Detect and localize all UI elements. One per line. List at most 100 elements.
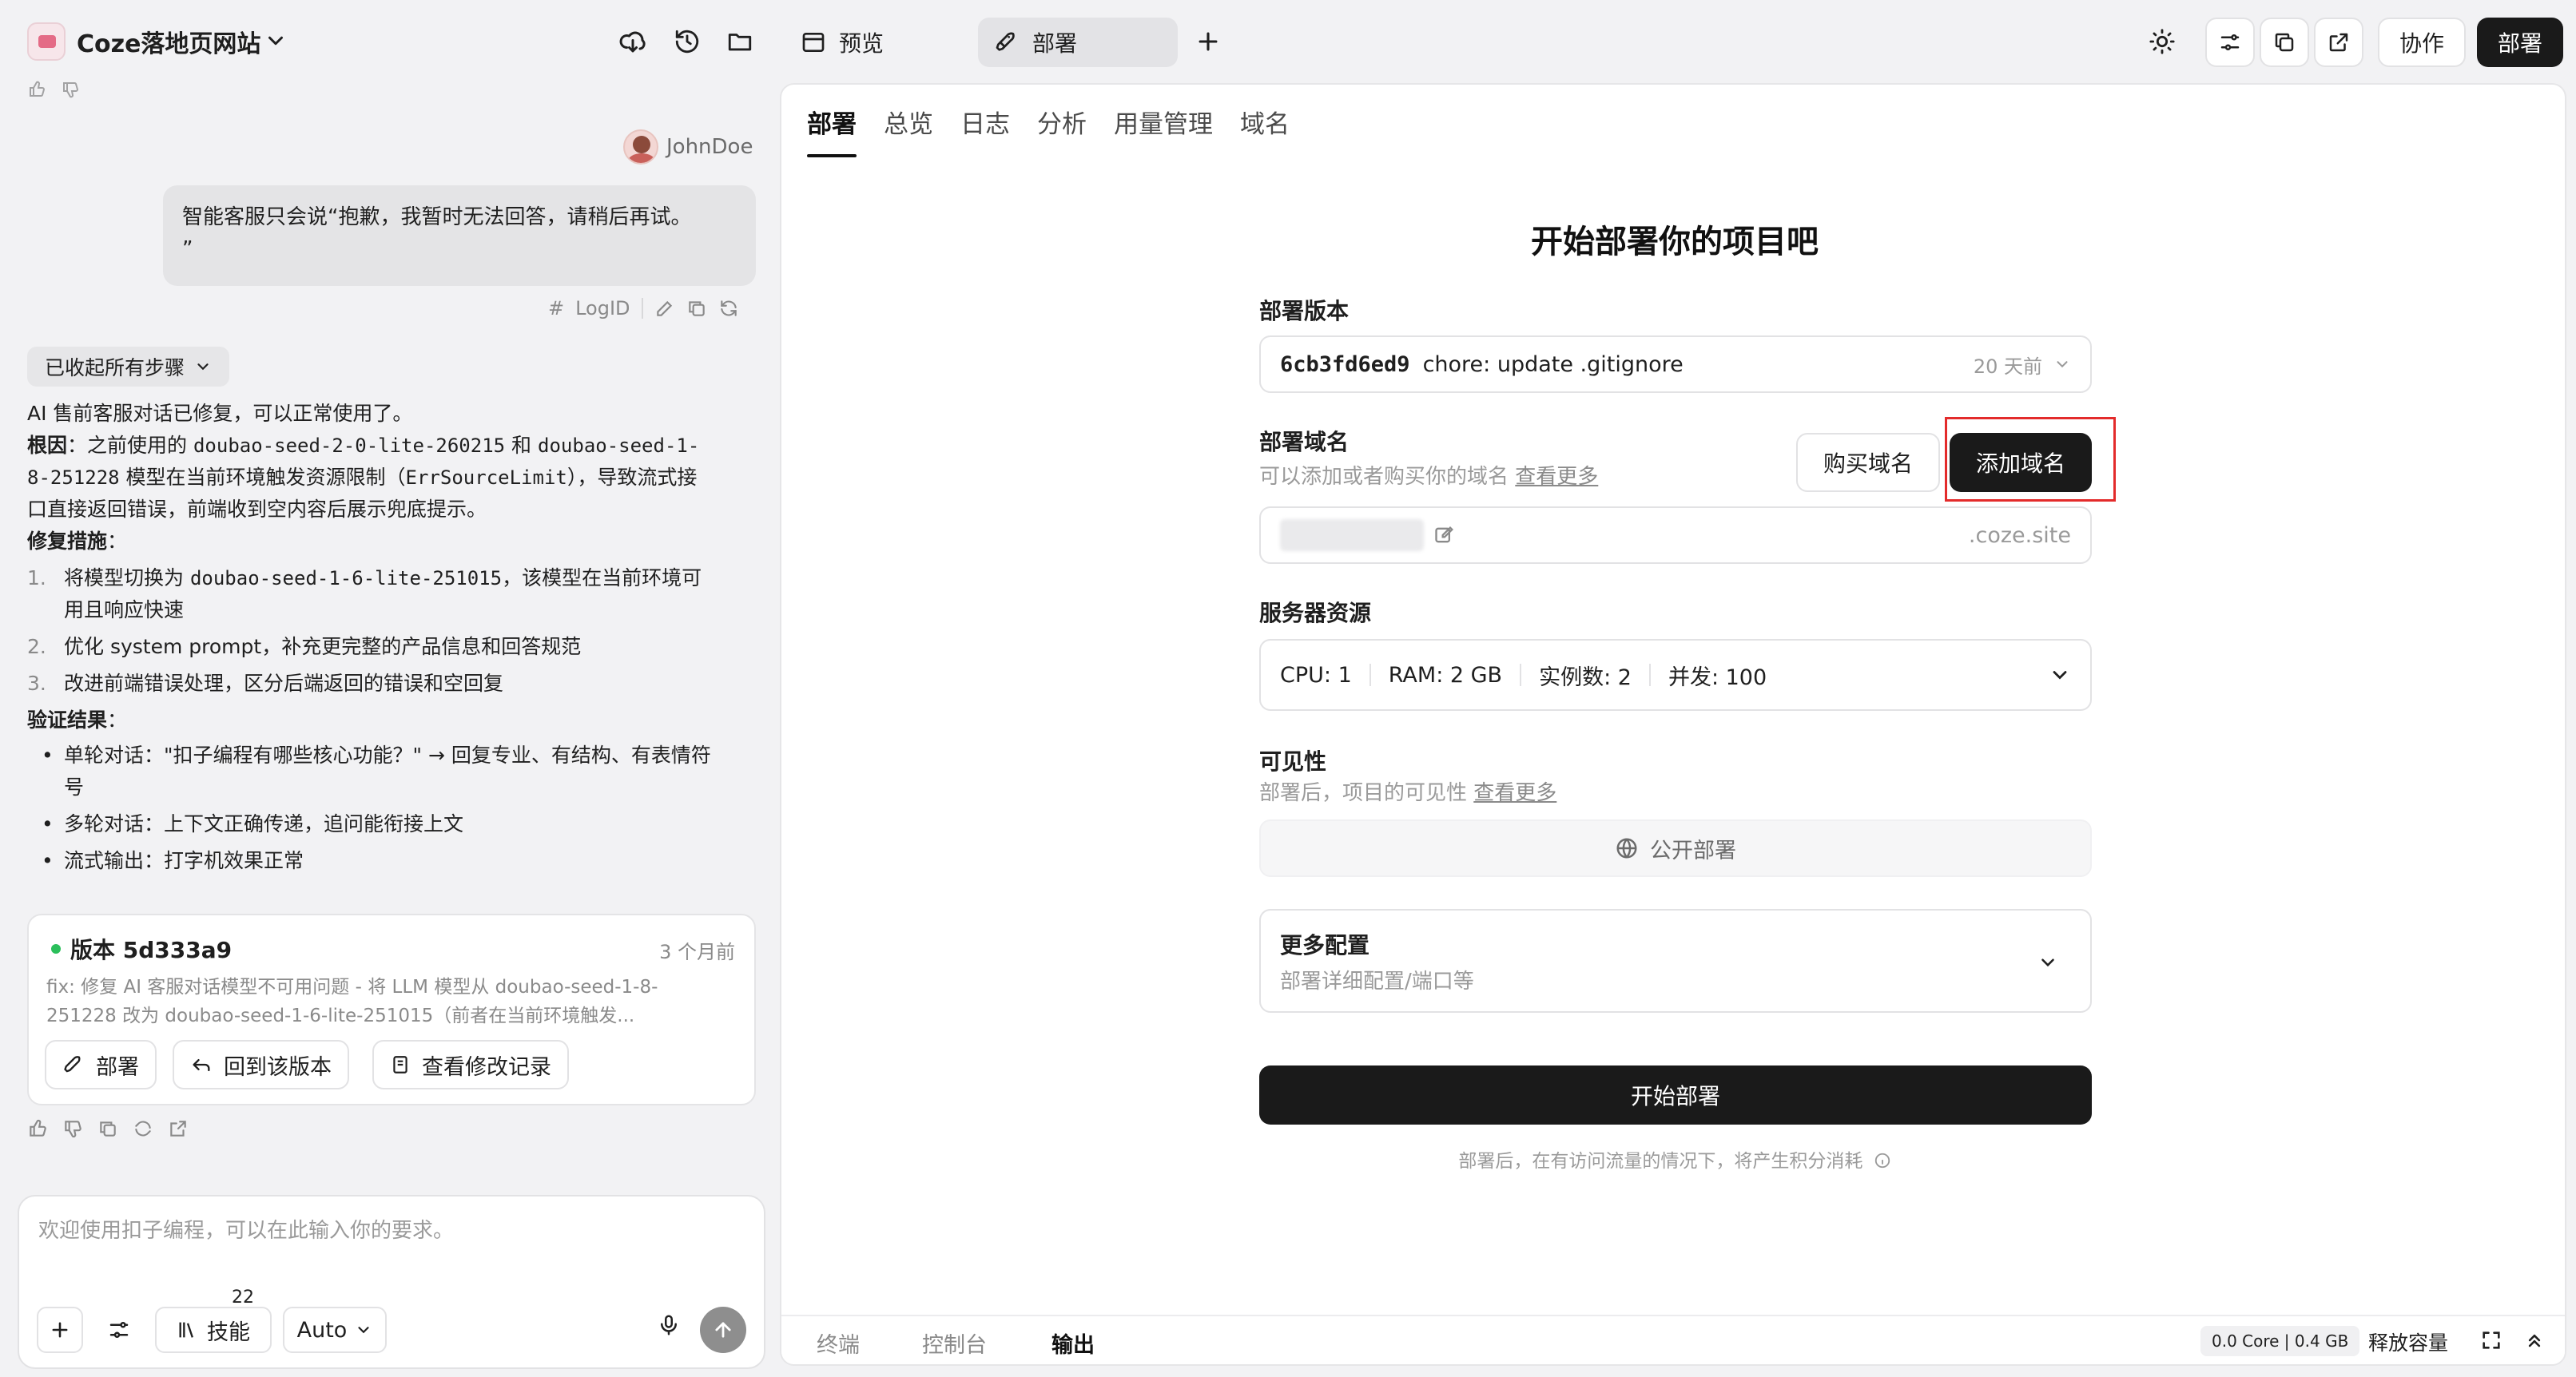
highlight-box xyxy=(1945,417,2116,502)
subtab-logs[interactable]: 日志 xyxy=(960,104,1010,157)
version-deploy-button[interactable]: 部署 xyxy=(45,1040,157,1089)
list-item: • 流式输出：打字机效果正常 xyxy=(27,845,756,877)
subtab-overview[interactable]: 总览 xyxy=(884,104,933,157)
text: 将模型切换为 xyxy=(64,566,190,589)
more-config-hint: 部署详细配置/端口等 xyxy=(1280,969,1474,994)
button-label: 回到该版本 xyxy=(224,1054,332,1080)
text: ），导致流式接 xyxy=(566,466,698,489)
hint-text: 可以添加或者购买你的域名 xyxy=(1259,465,1509,489)
collapse-up-icon[interactable] xyxy=(2523,1329,2546,1351)
top-deploy-button[interactable]: 部署 xyxy=(2477,18,2563,67)
see-more-link[interactable]: 查看更多 xyxy=(1473,781,1556,805)
subtab-usage[interactable]: 用量管理 xyxy=(1114,104,1213,157)
send-button[interactable] xyxy=(700,1307,746,1353)
commit-message: chore: update .gitignore xyxy=(1422,351,1684,377)
model-code: 8-251228 xyxy=(27,466,120,489)
fix-heading: 修复措施： xyxy=(27,530,128,553)
release-capacity-button[interactable]: 释放容量 xyxy=(2368,1327,2448,1356)
subtab-domain[interactable]: 域名 xyxy=(1240,104,1290,157)
skills-count-badge: 22 xyxy=(232,1288,254,1308)
tab-deploy[interactable]: 部署 xyxy=(978,18,1178,67)
refresh-icon[interactable] xyxy=(133,1118,153,1139)
tab-output[interactable]: 输出 xyxy=(1051,1327,1095,1359)
copy-icon xyxy=(2275,33,2294,52)
domain-input[interactable]: .coze.site xyxy=(1259,506,2092,564)
list-number: 1. xyxy=(27,566,46,589)
tab-terminal[interactable]: 终端 xyxy=(817,1327,860,1359)
buy-domain-button[interactable]: 购买域名 xyxy=(1796,433,1940,492)
open-external-button[interactable] xyxy=(2314,18,2363,67)
button-label: 查看修改记录 xyxy=(422,1054,551,1080)
collab-button[interactable]: 协作 xyxy=(2378,18,2466,67)
skills-button[interactable]: 技能 xyxy=(155,1307,272,1353)
button-label: 部署 xyxy=(96,1054,139,1080)
server-resource-select[interactable]: CPU: 1 RAM: 2 GB 实例数: 2 并发: 100 xyxy=(1259,639,2092,711)
subtab-analytics[interactable]: 分析 xyxy=(1037,104,1087,157)
text: 模型在当前环境触发资源限制（ xyxy=(119,466,406,489)
model-code: doubao-seed-2-0-lite-260215 xyxy=(193,435,506,457)
refresh-icon[interactable] xyxy=(718,298,739,319)
see-more-link[interactable]: 查看更多 xyxy=(1515,465,1598,489)
books-icon xyxy=(179,1322,193,1338)
download-icon[interactable] xyxy=(615,24,650,59)
chat-input[interactable] xyxy=(38,1214,741,1278)
model-code: doubao-seed-1- xyxy=(538,435,700,457)
share-icon[interactable] xyxy=(168,1118,189,1139)
bullet: • xyxy=(42,744,54,767)
app-logo-icon xyxy=(27,22,66,61)
edit-icon[interactable] xyxy=(654,298,675,319)
version-select[interactable]: 6cb3fd6ed9 chore: update .gitignore 20 天… xyxy=(1259,335,2092,393)
microphone-icon[interactable] xyxy=(657,1313,681,1337)
copy-button[interactable] xyxy=(2260,18,2309,67)
app-title[interactable]: Coze落地页网站 xyxy=(77,24,260,59)
list-item: 2. 优化 system prompt，补充更完整的产品信息和回答规范 xyxy=(27,631,756,663)
domain-label: 部署域名 xyxy=(1259,429,1350,455)
thumbs-down-icon[interactable] xyxy=(61,80,80,99)
start-deploy-button[interactable]: 开始部署 xyxy=(1259,1065,2092,1125)
divider xyxy=(641,298,643,319)
history-icon[interactable] xyxy=(670,24,705,59)
avatar xyxy=(623,129,658,165)
chevron-down-icon xyxy=(2041,958,2054,967)
settings-sliders-button[interactable] xyxy=(2205,18,2255,67)
collapse-steps-toggle[interactable]: 已收起所有步骤 xyxy=(27,347,230,387)
add-attachment-button[interactable] xyxy=(37,1307,83,1353)
text: 改进前端错误处理，区分后端返回的错误和空回复 xyxy=(64,672,504,695)
divider xyxy=(1369,664,1371,686)
thumbs-up-icon[interactable] xyxy=(27,80,46,99)
chat-input-box: 22 技能 Auto xyxy=(18,1195,765,1369)
logid-label[interactable]: LogID xyxy=(575,297,630,319)
reply-root-cause: 根因：之前使用的 doubao-seed-2-0-lite-260215 和 d… xyxy=(27,430,756,526)
status-dot xyxy=(51,944,61,954)
input-settings-button[interactable] xyxy=(96,1307,142,1353)
thumbs-up-icon[interactable] xyxy=(27,1118,48,1139)
version-label: 部署版本 xyxy=(1259,298,1350,324)
model-code: doubao-seed-1-6-lite-251015 xyxy=(189,567,503,589)
thumbs-down-icon[interactable] xyxy=(62,1118,83,1139)
rollback-icon xyxy=(193,1059,210,1072)
verify-label: 验证结果 xyxy=(27,708,108,732)
edit-icon[interactable] xyxy=(1433,524,1456,546)
folder-icon[interactable] xyxy=(722,24,757,59)
tab-console[interactable]: 控制台 xyxy=(922,1327,987,1359)
mode-select[interactable]: Auto xyxy=(283,1307,387,1353)
arrow-up-icon xyxy=(715,1322,731,1338)
rollback-button[interactable]: 回到该版本 xyxy=(173,1040,349,1089)
list-item: • 多轮对话：上下文正确传递，追问能衔接上文 xyxy=(27,808,756,840)
fix-label: 修复措施 xyxy=(27,530,108,553)
chevron-down-icon[interactable] xyxy=(264,29,288,53)
copy-icon[interactable] xyxy=(686,298,707,319)
list-item: 3. 改进前端错误处理，区分后端返回的错误和空回复 xyxy=(27,668,756,700)
copy-icon[interactable] xyxy=(97,1118,118,1139)
server-label: 服务器资源 xyxy=(1259,600,1372,626)
sun-icon[interactable] xyxy=(2145,24,2180,59)
more-config-accordion[interactable]: 更多配置 部署详细配置/端口等 xyxy=(1259,909,2092,1013)
deploy-sub-tabs: 部署 总览 日志 分析 用量管理 域名 xyxy=(807,104,1290,157)
plus-icon[interactable] xyxy=(1191,24,1226,59)
tab-preview[interactable]: 预览 xyxy=(785,18,976,67)
visibility-select[interactable]: 公开部署 xyxy=(1259,819,2092,877)
info-icon[interactable] xyxy=(1874,1152,1891,1169)
view-changes-button[interactable]: 查看修改记录 xyxy=(372,1040,569,1089)
subtab-deploy[interactable]: 部署 xyxy=(807,104,857,157)
fullscreen-icon[interactable] xyxy=(2480,1329,2502,1351)
